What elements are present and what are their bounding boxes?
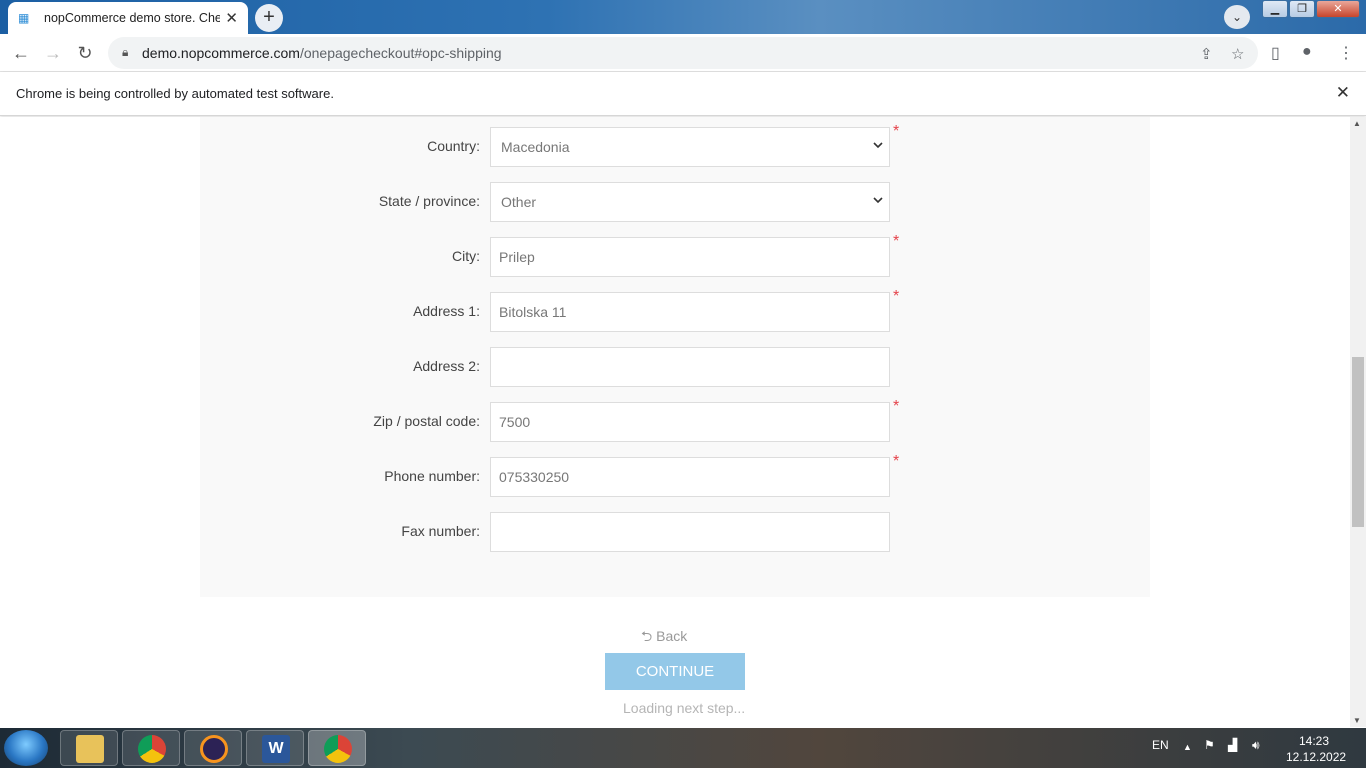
state-value: Other [501, 194, 537, 210]
tray-expand-icon[interactable]: ▲ [1183, 742, 1192, 752]
chrome-icon [138, 735, 166, 763]
back-arrow-icon: ⮌ [641, 628, 653, 644]
start-button[interactable] [4, 730, 48, 766]
phone-row: Phone number: 075330250 * [200, 453, 1150, 497]
state-row: State / province: Other [200, 182, 1150, 222]
chrome-icon [324, 735, 352, 763]
address2-label: Address 2: [413, 358, 480, 374]
bookmark-star-icon[interactable]: ☆ [1231, 45, 1244, 63]
forward-arrow-icon[interactable]: → [42, 42, 64, 64]
share-icon[interactable]: ⇪ [1200, 45, 1213, 63]
state-label: State / province: [378, 193, 480, 209]
clock-date: 12.12.2022 [1286, 750, 1347, 764]
zip-input[interactable]: 7500 [490, 402, 890, 442]
reload-icon[interactable]: ↻ [74, 42, 96, 64]
side-panel-icon[interactable]: ▯ [1271, 43, 1280, 63]
lock-icon[interactable]: 🔒︎ [122, 45, 128, 60]
country-row: Country: Macedonia * [200, 123, 1150, 167]
country-label: Country: [427, 138, 480, 154]
state-select[interactable]: Other [490, 182, 890, 222]
nopcommerce-favicon-icon: ▦ [18, 11, 30, 25]
required-star: * [893, 288, 900, 305]
address1-input[interactable]: Bitolska 11 [490, 292, 890, 332]
country-value: Macedonia [501, 139, 570, 155]
back-link[interactable]: ⮌ Back [641, 626, 687, 650]
address-bar[interactable]: 🔒︎ demo.nopcommerce.com/onepagecheckout#… [108, 37, 1258, 69]
browser-tab-strip: ▦ nopCommerce demo store. Chec ✕ + ⌄ ▁ ❐… [0, 0, 1366, 34]
required-star: * [893, 398, 900, 415]
scroll-up-icon[interactable]: ▲ [1353, 119, 1361, 128]
url-text[interactable]: demo.nopcommerce.com/onepagecheckout#opc… [142, 45, 502, 61]
clock-time: 14:23 [1298, 734, 1330, 748]
close-window-button[interactable]: ✕ [1316, 0, 1360, 18]
fax-input[interactable] [490, 512, 890, 552]
phone-label: Phone number: [384, 468, 480, 484]
phone-input[interactable]: 075330250 [490, 457, 890, 497]
address1-label: Address 1: [413, 303, 480, 319]
folder-icon [76, 735, 104, 763]
address1-row: Address 1: Bitolska 11 * [200, 288, 1150, 332]
address2-row: Address 2: [200, 347, 1150, 387]
zip-row: Zip / postal code: 7500 * [200, 398, 1150, 442]
scrollbar-thumb[interactable] [1352, 357, 1364, 527]
chevron-down-icon [873, 142, 883, 149]
minimize-window-button[interactable]: ▁ [1262, 0, 1288, 18]
required-star: * [893, 453, 900, 470]
back-label: Back [656, 628, 688, 644]
eclipse-icon [200, 735, 228, 763]
required-star: * [893, 123, 900, 140]
browser-tab[interactable]: ▦ nopCommerce demo store. Chec ✕ [8, 2, 248, 34]
loading-next-step-text: Loading next step... [623, 700, 746, 716]
page-scrollbar[interactable]: ▲ ▼ [1350, 117, 1366, 727]
volume-icon[interactable]: 🔊︎ [1252, 738, 1260, 753]
restore-window-button[interactable]: ❐ [1289, 0, 1315, 18]
taskbar-clock[interactable]: 14:23 12.12.2022 [1286, 733, 1347, 765]
new-tab-button[interactable]: + [255, 4, 283, 32]
network-icon[interactable]: ▟ [1228, 738, 1237, 752]
menu-kebab-icon[interactable]: ⋮ [1338, 43, 1354, 63]
fax-row: Fax number: [200, 512, 1150, 552]
scroll-down-icon[interactable]: ▼ [1353, 716, 1361, 725]
action-center-icon[interactable]: ⚑ [1204, 738, 1215, 752]
windows-taskbar: W EN ▲ ⚑ ▟ 🔊︎ 14:23 12.12.2022 [0, 728, 1366, 768]
zip-label: Zip / postal code: [373, 413, 480, 429]
country-select[interactable]: Macedonia [490, 127, 890, 167]
city-label: City: [452, 248, 480, 264]
chevron-down-icon [873, 197, 883, 204]
taskbar-word[interactable]: W [246, 730, 304, 766]
window-controls: ▁ ❐ ✕ [1261, 0, 1360, 18]
address2-input[interactable] [490, 347, 890, 387]
browser-toolbar: ← → ↻ 🔒︎ demo.nopcommerce.com/onepageche… [0, 34, 1366, 72]
back-arrow-icon[interactable]: ← [10, 42, 32, 64]
fax-label: Fax number: [401, 523, 480, 539]
language-indicator[interactable]: EN [1152, 738, 1169, 752]
city-input[interactable]: Prilep [490, 237, 890, 277]
taskbar-chrome-active[interactable] [308, 730, 366, 766]
city-row: City: Prilep * [200, 233, 1150, 277]
taskbar-eclipse[interactable] [184, 730, 242, 766]
continue-button[interactable]: CONTINUE [605, 653, 745, 690]
tab-title: nopCommerce demo store. Chec [44, 11, 220, 25]
automation-infobar: Chrome is being controlled by automated … [0, 72, 1366, 116]
tab-close-icon[interactable]: ✕ [225, 9, 238, 27]
shipping-address-form: Country: Macedonia * State / province: O… [200, 117, 1150, 597]
taskbar-explorer[interactable] [60, 730, 118, 766]
infobar-close-icon[interactable]: ✕ [1336, 83, 1350, 103]
page-viewport: Country: Macedonia * State / province: O… [0, 117, 1350, 727]
infobar-message: Chrome is being controlled by automated … [16, 86, 334, 101]
taskbar-chrome[interactable] [122, 730, 180, 766]
profile-avatar-icon[interactable]: ● [1302, 43, 1312, 61]
tab-search-button[interactable]: ⌄ [1224, 5, 1250, 29]
word-icon: W [262, 735, 290, 763]
required-star: * [893, 233, 900, 250]
